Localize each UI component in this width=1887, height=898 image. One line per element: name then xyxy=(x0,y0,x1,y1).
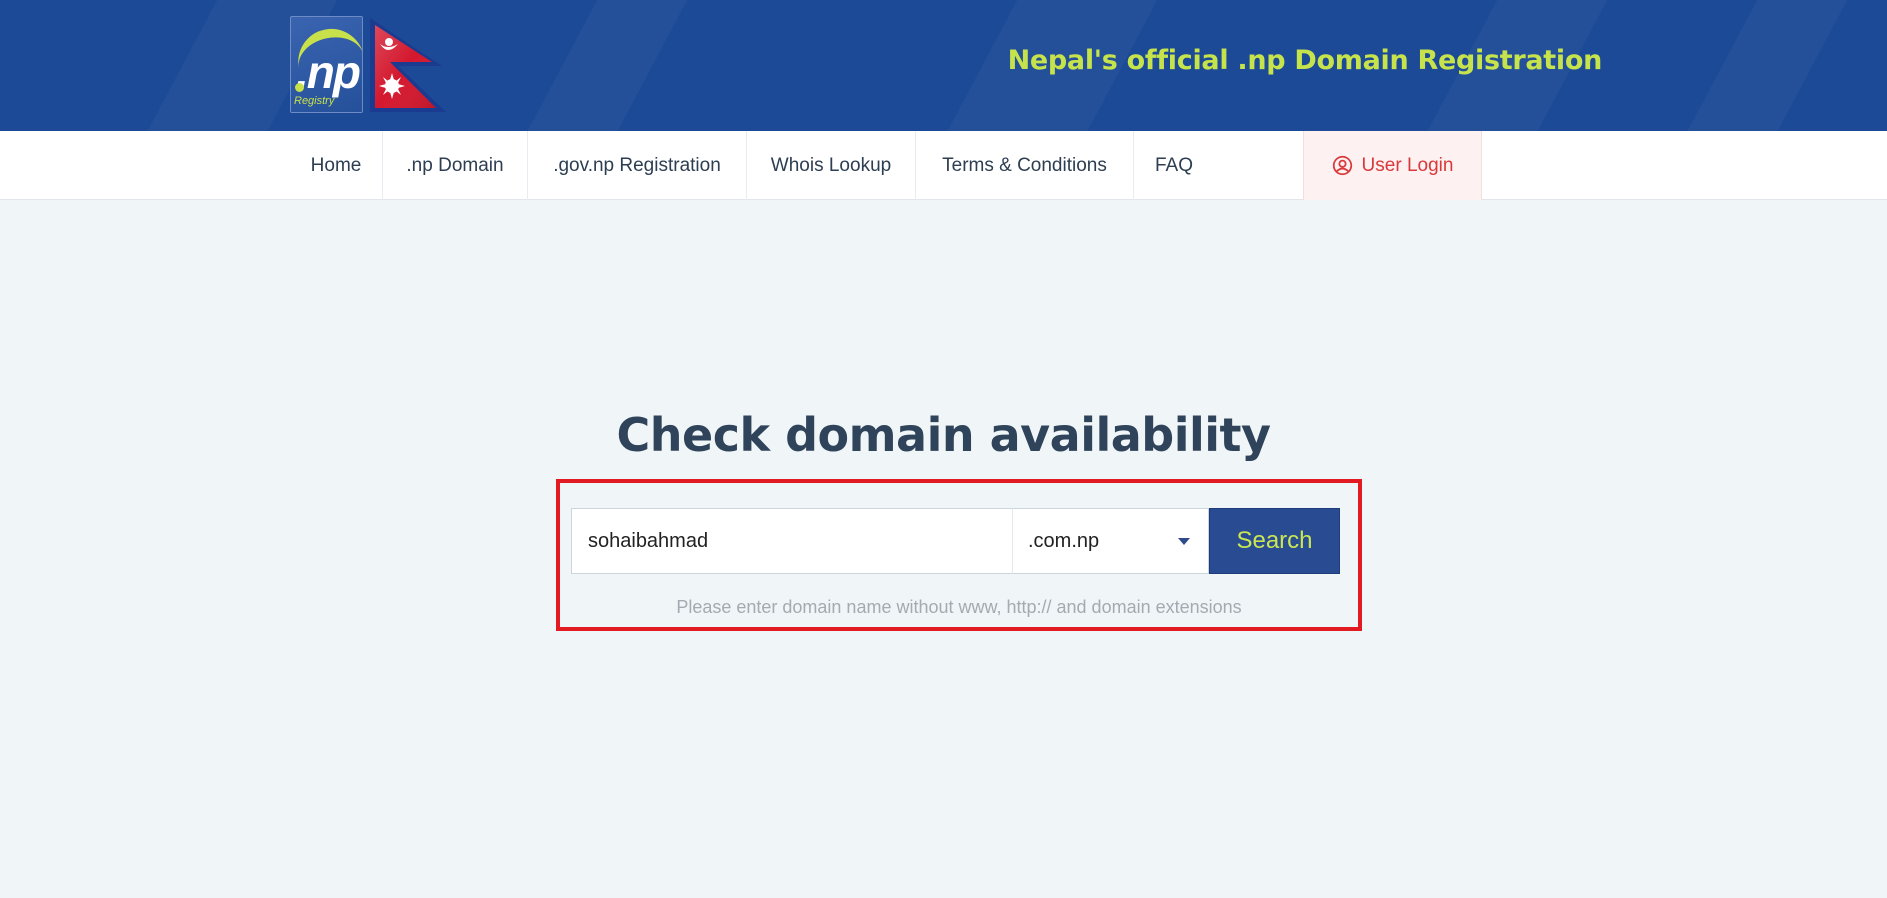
header-banner: .np Registry Nepal's official .np Domain… xyxy=(0,0,1887,131)
user-login-label: User Login xyxy=(1361,154,1454,176)
caret-down-icon xyxy=(1178,538,1190,545)
logo-mark: .np xyxy=(296,46,361,98)
site-title: Nepal's official .np Domain Registration xyxy=(1007,45,1603,76)
search-button[interactable]: Search xyxy=(1209,508,1340,574)
nav-item-faq[interactable]: FAQ xyxy=(1134,131,1214,200)
banner-decoration xyxy=(1677,0,1852,131)
domain-name-input[interactable] xyxy=(571,508,1012,574)
nav-item-whois-lookup[interactable]: Whois Lookup xyxy=(747,131,915,200)
main-nav: Home .np Domain .gov.np Registration Who… xyxy=(0,131,1887,200)
nav-item-terms[interactable]: Terms & Conditions xyxy=(916,131,1133,200)
page-heading: Check domain availability xyxy=(616,408,1271,462)
nav-item-np-domain[interactable]: .np Domain xyxy=(383,131,527,200)
logo-dot xyxy=(295,83,304,92)
nepal-flag-icon xyxy=(370,18,446,112)
nav-item-gov-np-registration[interactable]: .gov.np Registration xyxy=(528,131,746,200)
selected-extension: .com.np xyxy=(1028,530,1100,552)
nav-item-home[interactable]: Home xyxy=(290,131,382,200)
np-registry-logo[interactable]: .np Registry xyxy=(290,16,363,113)
banner-decoration xyxy=(517,0,692,131)
user-login-button[interactable]: User Login xyxy=(1303,131,1482,200)
user-circle-icon xyxy=(1332,155,1352,176)
domain-extension-select[interactable]: .com.np xyxy=(1012,508,1209,574)
search-hint-text: Please enter domain name without www, ht… xyxy=(676,597,1242,617)
logo-subtext: Registry xyxy=(294,95,335,107)
